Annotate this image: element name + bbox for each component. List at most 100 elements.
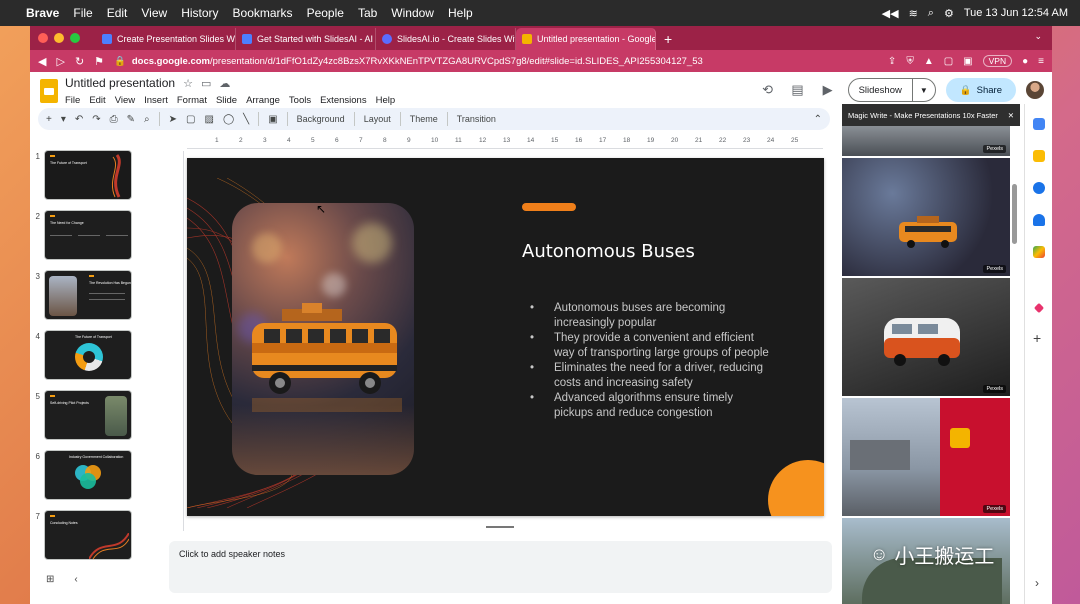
maps-icon[interactable]	[1033, 246, 1045, 258]
slide-thumbnail[interactable]: Industry Government Collaboration	[44, 450, 132, 500]
notes-resize-handle[interactable]	[486, 526, 514, 528]
comments-icon[interactable]: ▤	[788, 80, 808, 100]
star-icon[interactable]: ☆	[183, 77, 193, 90]
calendar-icon[interactable]	[1033, 118, 1045, 130]
slide-thumbnail-row[interactable]: 5 Self-driving Pilot Projects	[30, 390, 132, 440]
avatar[interactable]	[1026, 81, 1044, 99]
transition-button[interactable]: Transition	[457, 114, 496, 124]
sidebar-toggle-icon[interactable]: ▢	[944, 56, 953, 67]
menubar-item-view[interactable]: View	[141, 6, 167, 20]
browser-tab-active[interactable]: Untitled presentation - Google ✕	[516, 28, 656, 50]
wallet-icon[interactable]: ▣	[963, 56, 972, 67]
close-window-button[interactable]	[38, 33, 48, 43]
slide-thumbnail[interactable]: Self-driving Pilot Projects	[44, 390, 132, 440]
line-icon[interactable]: ╲	[243, 114, 249, 125]
slide-bullet-list[interactable]: Autonomous buses are becoming increasing…	[530, 301, 770, 421]
menu-arrange[interactable]: Arrange	[246, 95, 280, 106]
brave-shield-icon[interactable]: ⛨	[906, 56, 914, 67]
slide-thumbnail-row[interactable]: 6 Industry Government Collaboration	[30, 450, 132, 500]
slide-thumbnail-row[interactable]: 1 The Future of Transport	[30, 150, 132, 200]
addon-icon[interactable]	[1033, 302, 1045, 314]
new-slide-icon[interactable]: +	[46, 114, 52, 125]
move-folder-icon[interactable]: ▭	[201, 77, 211, 90]
menu-insert[interactable]: Insert	[144, 95, 168, 106]
keep-icon[interactable]	[1033, 150, 1045, 162]
browser-menu-icon[interactable]: ≡	[1038, 56, 1044, 67]
layout-button[interactable]: Layout	[364, 114, 391, 124]
slideshow-button[interactable]: Slideshow ▼	[847, 78, 936, 102]
insert-image-icon[interactable]: ▨	[205, 114, 214, 125]
brave-rewards-icon[interactable]: ▲	[924, 56, 934, 67]
menu-view[interactable]: View	[115, 95, 135, 106]
profile-icon[interactable]: ●	[1022, 56, 1028, 67]
menu-help[interactable]: Help	[376, 95, 396, 106]
vpn-button[interactable]: VPN	[982, 55, 1013, 67]
stock-image-tile[interactable]: Pexels	[842, 158, 1010, 276]
print-icon[interactable]: ⎙	[110, 114, 118, 125]
back-icon[interactable]: ◀	[38, 55, 46, 68]
slide-thumbnail-row[interactable]: 7 Concluding Notes	[30, 510, 132, 560]
browser-tab[interactable]: SlidesAI.io - Create Slides With AI ✕	[376, 28, 516, 50]
control-center-icon[interactable]: ⚙	[944, 7, 954, 20]
stock-image-tile[interactable]: Pexels	[842, 278, 1010, 396]
contacts-icon[interactable]	[1033, 214, 1045, 226]
menubar-item-history[interactable]: History	[181, 6, 218, 20]
menu-file[interactable]: File	[65, 95, 80, 106]
share-page-icon[interactable]: ⇪	[888, 56, 896, 67]
slide-thumbnail[interactable]: The Future of Transport	[44, 330, 132, 380]
speaker-notes-field[interactable]: Click to add speaker notes	[169, 541, 832, 593]
background-button[interactable]: Background	[297, 114, 345, 124]
shape-icon[interactable]: ◯	[223, 114, 234, 125]
slide-thumbnail[interactable]: The Need for Change	[44, 210, 132, 260]
menubar-item-window[interactable]: Window	[391, 6, 434, 20]
zoom-window-button[interactable]	[70, 33, 80, 43]
slideshow-dropdown-chevron-icon[interactable]: ▼	[913, 86, 935, 95]
tab-list-chevron-icon[interactable]: ⌄	[1034, 31, 1042, 42]
google-slides-logo-icon[interactable]	[40, 79, 58, 103]
slide-thumbnail-row[interactable]: 3 The Revolution Has Begun	[30, 270, 132, 320]
cloud-status-icon[interactable]: ☁	[219, 77, 230, 90]
text-box-icon[interactable]: ▢	[186, 114, 195, 125]
menu-tools[interactable]: Tools	[289, 95, 311, 106]
slideshow-label[interactable]: Slideshow	[849, 79, 913, 101]
menu-format[interactable]: Format	[177, 95, 207, 106]
reload-icon[interactable]: ↻	[75, 55, 84, 68]
menubar-item-tab[interactable]: Tab	[358, 6, 377, 20]
menu-edit[interactable]: Edit	[89, 95, 105, 106]
wifi-icon[interactable]: ≋	[909, 7, 918, 20]
search-icon[interactable]: ⌕	[928, 7, 934, 20]
url-field[interactable]: 🔒 docs.google.com/presentation/d/1dFfO1d…	[114, 53, 878, 69]
select-cursor-icon[interactable]: ➤	[169, 114, 177, 125]
theme-button[interactable]: Theme	[410, 114, 438, 124]
meet-icon[interactable]: ▶	[818, 80, 838, 100]
tasks-icon[interactable]	[1033, 182, 1045, 194]
menubar-item-bookmarks[interactable]: Bookmarks	[233, 6, 293, 20]
undo-icon[interactable]: ↶	[75, 114, 83, 125]
minimize-window-button[interactable]	[54, 33, 64, 43]
bookmark-icon[interactable]: ⚑	[94, 55, 104, 68]
slide-canvas[interactable]: Autonomous Buses Autonomous buses are be…	[187, 158, 824, 516]
slide-thumbnail[interactable]: The Revolution Has Begun	[44, 270, 132, 320]
stock-image-tile[interactable]: Pexels	[842, 398, 1010, 516]
menubar-item-help[interactable]: Help	[448, 6, 473, 20]
slide-thumbnail[interactable]: Concluding Notes	[44, 510, 132, 560]
menubar-item-file[interactable]: File	[73, 6, 92, 20]
slide-image-toy-bus[interactable]	[232, 203, 414, 475]
menubar-app-name[interactable]: Brave	[26, 6, 59, 20]
browser-tab[interactable]: Create Presentation Slides With AI ✕	[96, 28, 236, 50]
version-history-icon[interactable]: ⟲	[758, 80, 778, 100]
grid-view-icon[interactable]: ⊞	[46, 574, 54, 585]
zoom-icon[interactable]: ⌕	[144, 114, 150, 125]
slide-title[interactable]: Autonomous Buses	[522, 241, 695, 262]
expand-panel-chevron-icon[interactable]: ›	[1035, 576, 1039, 590]
forward-icon[interactable]: ▷	[56, 55, 64, 68]
stock-image-tile[interactable]: Pexels	[842, 126, 1010, 156]
slide-thumbnail-row[interactable]: 4 The Future of Transport	[30, 330, 132, 380]
collapse-filmstrip-icon[interactable]: ‹	[74, 574, 77, 585]
new-slide-dropdown-icon[interactable]: ▾	[61, 114, 66, 125]
slide-thumbnail[interactable]: The Future of Transport	[44, 150, 132, 200]
panel-scrollbar[interactable]	[1012, 184, 1017, 244]
menubar-item-edit[interactable]: Edit	[107, 6, 128, 20]
doc-title[interactable]: Untitled presentation	[65, 76, 175, 90]
menu-extensions[interactable]: Extensions	[320, 95, 366, 106]
